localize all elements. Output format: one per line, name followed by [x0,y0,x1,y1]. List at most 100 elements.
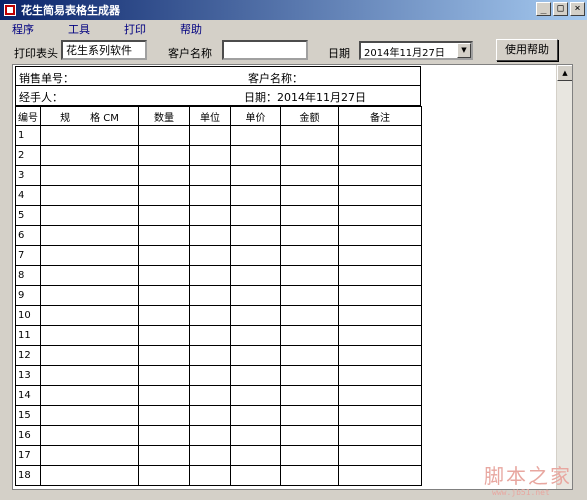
table-cell[interactable] [189,245,231,266]
table-cell[interactable] [138,145,190,166]
table-cell[interactable] [338,345,422,366]
table-cell[interactable] [189,125,231,146]
table-cell[interactable] [280,465,339,486]
row-number-cell[interactable]: 1 [15,125,41,146]
row-number-cell[interactable]: 8 [15,265,41,286]
row-number-cell[interactable]: 6 [15,225,41,246]
table-cell[interactable] [40,285,139,306]
table-cell[interactable] [230,225,281,246]
table-cell[interactable] [230,325,281,346]
table-cell[interactable] [189,205,231,226]
table-cell[interactable] [40,405,139,426]
table-cell[interactable] [138,265,190,286]
table-cell[interactable] [280,365,339,386]
table-cell[interactable] [230,165,281,186]
table-cell[interactable] [138,285,190,306]
row-number-cell[interactable]: 11 [15,325,41,346]
table-cell[interactable] [40,425,139,446]
table-cell[interactable] [230,385,281,406]
table-cell[interactable] [40,265,139,286]
table-cell[interactable] [40,305,139,326]
table-cell[interactable] [338,285,422,306]
table-cell[interactable] [230,205,281,226]
table-cell[interactable] [189,305,231,326]
table-cell[interactable] [189,445,231,466]
table-cell[interactable] [189,345,231,366]
row-number-cell[interactable]: 5 [15,205,41,226]
table-cell[interactable] [230,305,281,326]
table-cell[interactable] [338,365,422,386]
customer-name-input[interactable] [222,40,308,60]
table-cell[interactable] [230,445,281,466]
table-cell[interactable] [338,225,422,246]
menu-help[interactable]: 帮助 [168,22,210,38]
row-number-cell[interactable]: 9 [15,285,41,306]
table-cell[interactable] [338,265,422,286]
date-picker[interactable]: 2014年11月27日 ▼ [359,41,473,60]
menu-print[interactable]: 打印 [112,22,154,38]
table-cell[interactable] [40,125,139,146]
table-cell[interactable] [230,465,281,486]
table-cell[interactable] [338,425,422,446]
table-cell[interactable] [189,385,231,406]
table-cell[interactable] [230,405,281,426]
table-cell[interactable] [338,445,422,466]
table-cell[interactable] [189,185,231,206]
table-cell[interactable] [138,225,190,246]
table-cell[interactable] [40,365,139,386]
table-cell[interactable] [280,445,339,466]
title-bar[interactable]: 花生简易表格生成器 _ □ × [0,0,587,20]
table-cell[interactable] [138,185,190,206]
table-cell[interactable] [40,385,139,406]
row-number-cell[interactable]: 16 [15,425,41,446]
table-cell[interactable] [40,445,139,466]
row-number-cell[interactable]: 3 [15,165,41,186]
table-cell[interactable] [280,405,339,426]
table-cell[interactable] [138,445,190,466]
table-cell[interactable] [189,425,231,446]
table-cell[interactable] [138,365,190,386]
table-cell[interactable] [280,265,339,286]
table-cell[interactable] [338,205,422,226]
row-number-cell[interactable]: 7 [15,245,41,266]
table-cell[interactable] [230,265,281,286]
table-cell[interactable] [138,465,190,486]
vertical-scrollbar[interactable]: ▲ [556,65,572,489]
table-cell[interactable] [189,465,231,486]
table-cell[interactable] [40,185,139,206]
table-cell[interactable] [40,165,139,186]
table-cell[interactable] [338,385,422,406]
table-cell[interactable] [280,325,339,346]
table-cell[interactable] [40,225,139,246]
table-cell[interactable] [338,305,422,326]
table-cell[interactable] [40,245,139,266]
table-cell[interactable] [40,205,139,226]
row-number-cell[interactable]: 13 [15,365,41,386]
table-cell[interactable] [338,325,422,346]
row-number-cell[interactable]: 10 [15,305,41,326]
menu-program[interactable]: 程序 [0,22,42,38]
table-cell[interactable] [280,125,339,146]
table-cell[interactable] [189,325,231,346]
table-cell[interactable] [40,325,139,346]
table-cell[interactable] [230,345,281,366]
row-number-cell[interactable]: 2 [15,145,41,166]
row-number-cell[interactable]: 17 [15,445,41,466]
table-cell[interactable] [280,165,339,186]
table-cell[interactable] [280,345,339,366]
table-cell[interactable] [230,365,281,386]
table-cell[interactable] [280,305,339,326]
table-cell[interactable] [138,205,190,226]
table-cell[interactable] [230,145,281,166]
print-header-input[interactable] [61,40,147,60]
table-cell[interactable] [230,285,281,306]
table-cell[interactable] [40,465,139,486]
menu-tools[interactable]: 工具 [56,22,98,38]
table-cell[interactable] [138,245,190,266]
row-number-cell[interactable]: 14 [15,385,41,406]
table-cell[interactable] [138,385,190,406]
table-cell[interactable] [230,185,281,206]
table-cell[interactable] [189,165,231,186]
table-cell[interactable] [280,245,339,266]
table-cell[interactable] [280,385,339,406]
